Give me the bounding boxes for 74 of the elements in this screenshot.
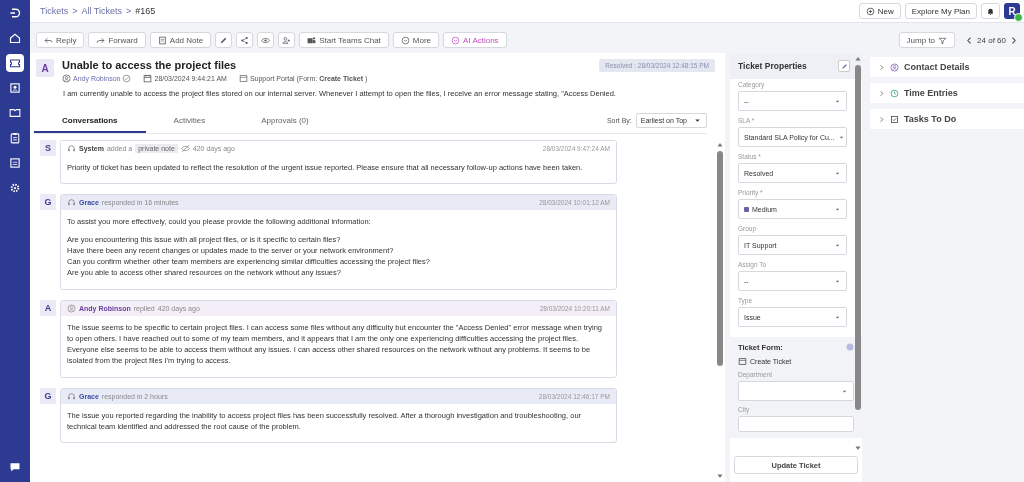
ticket-icon[interactable] <box>6 54 24 72</box>
requester-avatar: A <box>36 59 54 77</box>
headset-icon <box>67 391 76 401</box>
reply-icon <box>44 35 53 45</box>
field-dropdown[interactable] <box>738 381 854 401</box>
next-icon <box>1009 35 1018 45</box>
breadcrumb-separator: > <box>125 6 132 16</box>
properties-title: Ticket Properties <box>738 61 807 71</box>
notifications-button[interactable] <box>981 3 1000 19</box>
eye-icon <box>261 35 271 45</box>
ticket-title: Unable to access the project files <box>62 59 238 71</box>
person-icon <box>890 62 899 72</box>
forward-icon <box>96 35 106 45</box>
message-avatar: S <box>40 140 56 156</box>
headset-icon <box>67 198 76 208</box>
chevron-icon <box>878 115 885 123</box>
ai-button[interactable]: AI Actions <box>443 32 507 48</box>
person-icon <box>62 74 71 83</box>
jump-to-button[interactable]: Jump to <box>898 32 956 48</box>
pencil-icon <box>840 62 848 70</box>
message-avatar: G <box>40 194 56 211</box>
add-user-icon <box>282 35 292 45</box>
person-icon <box>67 303 76 313</box>
users-button[interactable] <box>278 32 296 48</box>
user-avatar[interactable]: R <box>1004 3 1020 19</box>
pencil-icon <box>219 35 229 45</box>
teams-icon <box>307 35 317 45</box>
plus-icon <box>865 6 875 16</box>
plan-button[interactable]: Explore My Plan <box>904 3 977 19</box>
message-avatar: A <box>40 299 56 316</box>
checkbox-icon <box>890 114 899 124</box>
scroll-down-icon[interactable] <box>854 444 862 452</box>
tab[interactable]: Activities <box>145 112 234 133</box>
headset-icon <box>67 144 76 153</box>
share-icon <box>240 35 250 45</box>
chevron-icon <box>878 63 885 71</box>
scroll-down-icon[interactable] <box>716 472 724 480</box>
chevron-circle-icon <box>400 35 410 45</box>
form-icon <box>238 74 248 83</box>
input-field[interactable] <box>738 416 854 432</box>
tab[interactable]: Conversations <box>34 112 146 133</box>
eye-button[interactable] <box>257 32 275 48</box>
calendar-icon <box>143 74 153 83</box>
share-button[interactable] <box>236 32 254 48</box>
scrollbar[interactable] <box>855 65 861 410</box>
panel-header[interactable]: Time Entries <box>870 83 1024 103</box>
edit-button[interactable] <box>215 32 233 48</box>
caret-icon <box>693 116 702 125</box>
breadcrumb-link[interactable]: All Tickets <box>81 6 122 16</box>
pager-count: 24 of 60 <box>977 35 1006 45</box>
chevron-icon <box>878 89 885 97</box>
teams-button[interactable]: Start Teams Chat <box>299 32 389 48</box>
tab[interactable]: Approvals (0) <box>233 112 337 133</box>
scroll-up-icon[interactable] <box>716 141 724 149</box>
more-button[interactable]: More <box>392 32 440 48</box>
note-icon <box>157 35 167 45</box>
form-icon <box>738 357 747 366</box>
filter-icon <box>938 35 948 45</box>
hidden-icon <box>180 144 190 153</box>
reply-button[interactable]: Reply <box>36 32 85 48</box>
message-avatar: G <box>40 387 56 404</box>
panel-header[interactable]: Contact Details <box>870 57 1024 77</box>
chevron-circle-icon <box>451 35 461 45</box>
breadcrumb-separator: > <box>72 6 78 16</box>
clock-icon <box>890 88 899 98</box>
scrollbar[interactable] <box>717 151 723 366</box>
forward-button[interactable]: Forward <box>88 32 146 48</box>
note-button[interactable]: Add Note <box>149 32 212 48</box>
check-badge-icon <box>122 74 132 83</box>
new-button[interactable]: New <box>858 3 901 19</box>
breadcrumb-link[interactable]: Tickets <box>40 6 69 16</box>
scroll-up-icon[interactable] <box>854 55 862 63</box>
panel-header[interactable]: Tasks To Do <box>870 109 1024 129</box>
bell-icon <box>986 6 995 16</box>
